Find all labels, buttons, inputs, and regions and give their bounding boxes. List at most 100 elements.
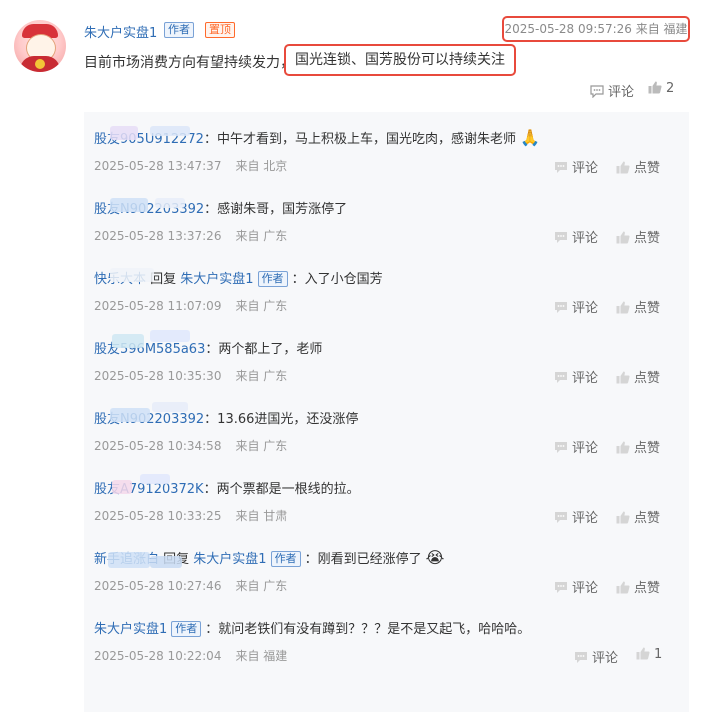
reply-comment-label: 评论 — [592, 651, 619, 666]
reply-username[interactable]: 朱大户实盘1 — [94, 622, 167, 637]
reply-target-username[interactable]: 朱大户实盘1 — [193, 552, 266, 567]
comment-icon — [555, 162, 567, 173]
privacy-blur-mask — [112, 480, 132, 494]
reply-like-label: 点赞 — [634, 161, 661, 176]
reply-comment-button[interactable]: 评论 — [554, 437, 598, 456]
author-badge: 作者 — [270, 551, 301, 567]
reply-text: ：中午才看到，马上积极上车，国光吃肉，感谢朱老师 — [203, 132, 516, 147]
comment-icon — [555, 232, 567, 243]
reply-time: 2025-05-28 13:47:37 — [94, 159, 222, 173]
privacy-blur-mask — [110, 268, 154, 282]
reply-emoji: 😭 — [425, 548, 445, 567]
reply-text: ：两个票都是一根线的拉。 — [203, 482, 360, 497]
reply-like-label: 点赞 — [634, 231, 661, 246]
privacy-blur-mask — [108, 552, 150, 568]
reply-meta: 2025-05-28 10:33:25 来自 甘肃 — [94, 507, 287, 524]
reply-comment-button[interactable]: 评论 — [554, 227, 598, 246]
reply-like-label: 点赞 — [634, 581, 661, 596]
reply-comment-label: 评论 — [572, 301, 599, 316]
reply-comment-label: 评论 — [572, 581, 599, 596]
reply-like-button[interactable]: 1 — [636, 647, 662, 662]
reply-comment-button[interactable]: 评论 — [554, 577, 598, 596]
reply-text: ：刚看到已经涨停了 — [304, 552, 422, 567]
reply-meta: 2025-05-28 10:22:04 来自 福建 — [94, 647, 287, 664]
reply-meta: 2025-05-28 10:27:46 来自 广东 — [94, 577, 287, 594]
thumbs-up-icon — [616, 301, 630, 314]
comment-icon — [555, 302, 567, 313]
reply-like-label: 点赞 — [634, 301, 661, 316]
thumbs-up-icon — [616, 441, 630, 454]
reply-location: 来自 广东 — [235, 579, 288, 593]
reply-username[interactable]: 股友A79120372K — [94, 482, 204, 497]
reply-like-button[interactable]: 点赞 — [616, 157, 660, 176]
post-like-button[interactable]: 2 — [648, 81, 674, 96]
reply-comment-button[interactable]: 评论 — [554, 297, 598, 316]
reply-time: 2025-05-28 10:33:25 — [94, 509, 222, 523]
reply-like-button[interactable]: 点赞 — [616, 437, 660, 456]
thumbs-up-icon — [616, 581, 630, 594]
reply-comment-button[interactable]: 评论 — [554, 157, 598, 176]
thumbs-up-icon — [616, 231, 630, 244]
reply-location: 来自 福建 — [235, 649, 288, 663]
reply-like-button[interactable]: 点赞 — [616, 507, 660, 526]
comment-icon — [575, 652, 587, 663]
post-highlight-text: 国光连锁、国芳股份可以持续关注 — [284, 44, 516, 76]
reply-meta: 2025-05-28 11:07:09 来自 广东 — [94, 297, 287, 314]
reply-comment-button[interactable]: 评论 — [554, 507, 598, 526]
thumbs-up-icon — [636, 647, 650, 660]
reply-comment-line: 朱大户实盘1 作者 ：就问老铁们有没有蹲到？？？是不是又起飞，哈哈哈。 — [94, 618, 530, 637]
reply-like-label: 点赞 — [634, 441, 661, 456]
reply-like-button[interactable]: 点赞 — [616, 227, 660, 246]
author-avatar[interactable] — [14, 20, 66, 72]
reply-like-label: 点赞 — [634, 371, 661, 386]
privacy-blur-mask — [110, 126, 138, 140]
privacy-blur-mask — [150, 126, 190, 136]
reply-location: 来自 甘肃 — [235, 509, 288, 523]
post-username[interactable]: 朱大户实盘1 — [84, 22, 157, 41]
reply-location: 来自 广东 — [235, 299, 288, 313]
reply-like-button[interactable]: 点赞 — [616, 297, 660, 316]
comment-icon — [590, 85, 604, 98]
reply-comment-label: 评论 — [572, 441, 599, 456]
reply-time: 2025-05-28 11:07:09 — [94, 299, 222, 313]
post-timestamp: 2025-05-28 09:57:26 来自 福建 — [502, 16, 690, 42]
reply-time: 2025-05-28 10:34:58 — [94, 439, 222, 453]
reply-username[interactable]: 股友596M585a63 — [94, 342, 205, 357]
reply-meta: 2025-05-28 10:35:30 来自 广东 — [94, 367, 287, 384]
reply-text: ：13.66进国光，还没涨停 — [204, 412, 359, 427]
reply-like-label: 1 — [654, 647, 663, 662]
reply-text: ：入了小仓国芳 — [291, 272, 383, 287]
privacy-blur-mask — [152, 402, 188, 412]
reply-text: ：就问老铁们有没有蹲到？？？是不是又起飞，哈哈哈。 — [205, 622, 531, 637]
privacy-blur-mask — [150, 330, 190, 342]
pinned-badge: 置顶 — [205, 22, 235, 38]
privacy-blur-mask — [110, 198, 148, 212]
reply-like-label: 点赞 — [634, 511, 661, 526]
comment-icon — [555, 442, 567, 453]
reply-emoji: 🙏 — [519, 128, 540, 147]
reply-comment-label: 评论 — [572, 371, 599, 386]
thumbs-up-icon — [616, 161, 630, 174]
privacy-blur-mask — [155, 198, 185, 208]
reply-meta: 2025-05-28 13:37:26 来自 广东 — [94, 227, 287, 244]
reply-time: 2025-05-28 10:22:04 — [94, 649, 222, 663]
reply-like-button[interactable]: 点赞 — [616, 577, 660, 596]
reply-location: 来自 广东 — [235, 439, 288, 453]
reply-time: 2025-05-28 10:27:46 — [94, 579, 222, 593]
reply-comment-line: 股友A79120372K：两个票都是一根线的拉。 — [94, 478, 360, 497]
privacy-blur-mask — [112, 334, 144, 348]
author-badge: 作者 — [257, 271, 288, 287]
thumbs-up-icon — [616, 511, 630, 524]
reply-comment-button[interactable]: 评论 — [554, 367, 598, 386]
comment-icon — [555, 372, 567, 383]
reply-like-button[interactable]: 点赞 — [616, 367, 660, 386]
author-badge: 作者 — [164, 22, 194, 38]
reply-comment-button[interactable]: 评论 — [574, 647, 618, 666]
thumbs-up-icon — [648, 81, 662, 94]
reply-location: 来自 广东 — [235, 229, 288, 243]
reply-target-username[interactable]: 朱大户实盘1 — [180, 272, 253, 287]
author-badge: 作者 — [171, 621, 202, 637]
reply-comment-label: 评论 — [572, 231, 599, 246]
reply-time: 2025-05-28 13:37:26 — [94, 229, 222, 243]
post-comment-button[interactable]: 评论 — [590, 81, 634, 100]
